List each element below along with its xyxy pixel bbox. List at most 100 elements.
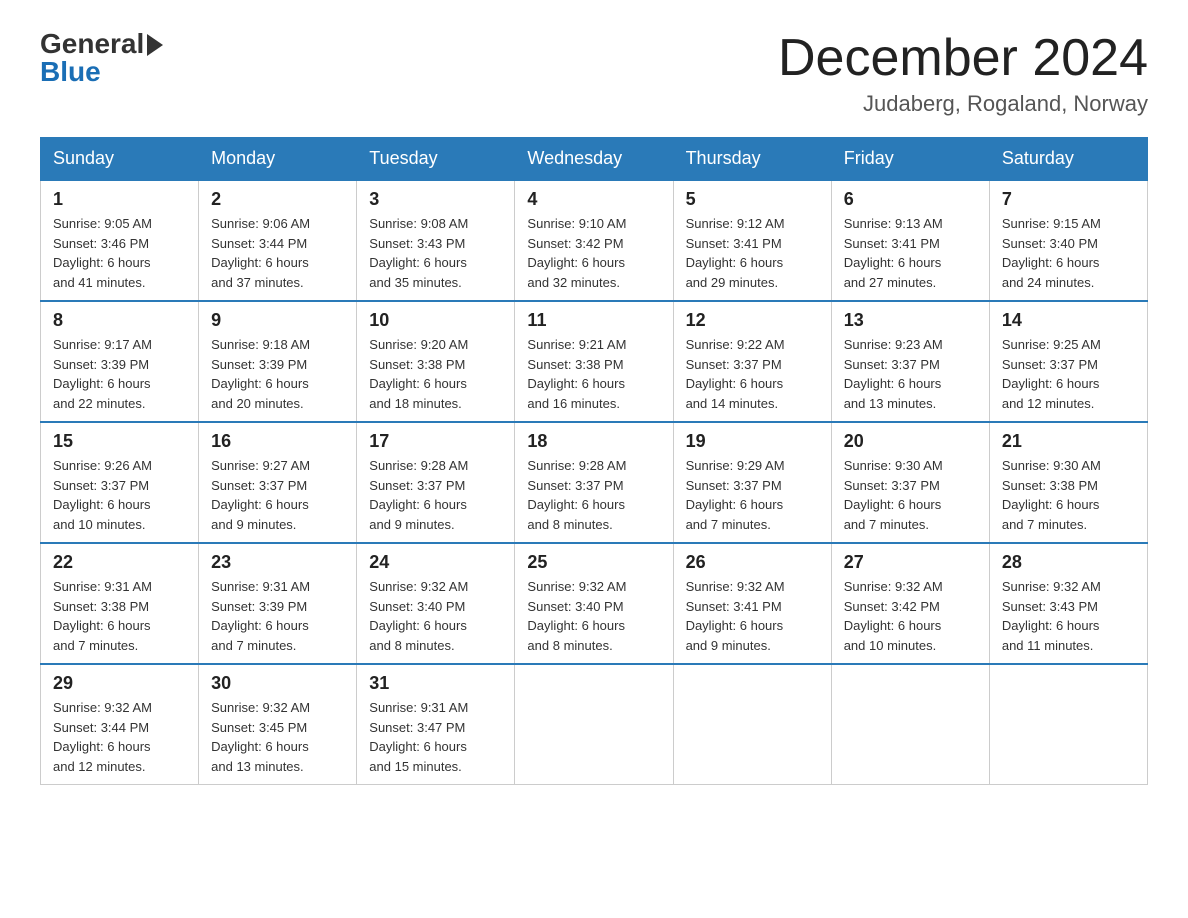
sunset-text: Sunset: 3:37 PM: [527, 478, 623, 493]
title-area: December 2024 Judaberg, Rogaland, Norway: [778, 30, 1148, 117]
day-info: Sunrise: 9:32 AMSunset: 3:44 PMDaylight:…: [53, 698, 186, 776]
calendar-cell: 27Sunrise: 9:32 AMSunset: 3:42 PMDayligh…: [831, 543, 989, 664]
daylight-minutes: and 32 minutes.: [527, 275, 620, 290]
sunrise-text: Sunrise: 9:32 AM: [844, 579, 943, 594]
day-info: Sunrise: 9:30 AMSunset: 3:38 PMDaylight:…: [1002, 456, 1135, 534]
sunset-text: Sunset: 3:42 PM: [527, 236, 623, 251]
calendar-cell: 21 Sunrise: 9:30 AMSunset: 3:38 PMDayligh…: [989, 422, 1147, 543]
daylight-text: Daylight: 6 hours: [369, 255, 467, 270]
sunset-text: Sunset: 3:41 PM: [686, 236, 782, 251]
day-number: 18: [527, 431, 660, 452]
sunset-text: Sunset: 3:38 PM: [527, 357, 623, 372]
day-info: Sunrise: 9:12 AM Sunset: 3:41 PM Daylight:…: [686, 214, 819, 292]
daylight-minutes: and 27 minutes.: [844, 275, 937, 290]
day-info: Sunrise: 9:32 AMSunset: 3:45 PMDaylight:…: [211, 698, 344, 776]
daylight-minutes: and 15 minutes.: [369, 759, 462, 774]
day-number: 21: [1002, 431, 1135, 452]
daylight-minutes: and 7 minutes.: [686, 517, 771, 532]
day-info: Sunrise: 9:32 AMSunset: 3:40 PMDaylight:…: [369, 577, 502, 655]
day-number: 26: [686, 552, 819, 573]
sunset-text: Sunset: 3:37 PM: [1002, 357, 1098, 372]
sunrise-text: Sunrise: 9:28 AM: [369, 458, 468, 473]
sunrise-text: Sunrise: 9:05 AM: [53, 216, 152, 231]
daylight-minutes: and 9 minutes.: [211, 517, 296, 532]
daylight-minutes: and 8 minutes.: [527, 517, 612, 532]
day-number: 4: [527, 189, 660, 210]
daylight-minutes: and 13 minutes.: [211, 759, 304, 774]
daylight-text: Daylight: 6 hours: [686, 255, 784, 270]
calendar-cell: 1Sunrise: 9:05 AMSunset: 3:46 PMDaylight…: [41, 180, 199, 301]
sunrise-text: Sunrise: 9:25 AM: [1002, 337, 1101, 352]
daylight-text: Daylight: 6 hours: [527, 618, 625, 633]
daylight-minutes: and 8 minutes.: [369, 638, 454, 653]
weekday-header-saturday: Saturday: [989, 138, 1147, 181]
calendar-cell: 14Sunrise: 9:25 AMSunset: 3:37 PMDayligh…: [989, 301, 1147, 422]
day-number: 12: [686, 310, 819, 331]
daylight-text: Daylight: 6 hours: [686, 497, 784, 512]
sunrise-text: Sunrise: 9:30 AM: [844, 458, 943, 473]
sunrise-text: Sunrise: 9:20 AM: [369, 337, 468, 352]
page-header: General Blue December 2024 Judaberg, Rog…: [40, 30, 1148, 117]
daylight-minutes: and 9 minutes.: [369, 517, 454, 532]
weekday-header-sunday: Sunday: [41, 138, 199, 181]
week-row-1: 1Sunrise: 9:05 AMSunset: 3:46 PMDaylight…: [41, 180, 1148, 301]
daylight-minutes: and 14 minutes.: [686, 396, 779, 411]
sunrise-text: Sunrise: 9:12 AM: [686, 216, 785, 231]
logo-blue-text: Blue: [40, 58, 101, 86]
sunset-text: Sunset: 3:43 PM: [369, 236, 465, 251]
day-number: 2: [211, 189, 344, 210]
daylight-minutes: and 29 minutes.: [686, 275, 779, 290]
sunset-text: Sunset: 3:39 PM: [53, 357, 149, 372]
logo: General Blue: [40, 30, 163, 86]
day-info: Sunrise: 9:32 AMSunset: 3:43 PMDaylight:…: [1002, 577, 1135, 655]
sunrise-text: Sunrise: 9:31 AM: [53, 579, 152, 594]
daylight-minutes: and 12 minutes.: [53, 759, 146, 774]
daylight-text: Daylight: 6 hours: [1002, 497, 1100, 512]
calendar-cell: 15Sunrise: 9:26 AMSunset: 3:37 PMDayligh…: [41, 422, 199, 543]
daylight-text: Daylight: 6 hours: [53, 255, 151, 270]
sunset-text: Sunset: 3:44 PM: [53, 720, 149, 735]
day-info: Sunrise: 9:26 AMSunset: 3:37 PMDaylight:…: [53, 456, 186, 534]
daylight-minutes: and 16 minutes.: [527, 396, 620, 411]
logo-general-text: General: [40, 30, 144, 58]
sunset-text: Sunset: 3:37 PM: [686, 357, 782, 372]
weekday-header-thursday: Thursday: [673, 138, 831, 181]
weekday-header-monday: Monday: [199, 138, 357, 181]
sunset-text: Sunset: 3:37 PM: [686, 478, 782, 493]
day-number: 13: [844, 310, 977, 331]
day-number: 16: [211, 431, 344, 452]
daylight-text: Daylight: 6 hours: [1002, 618, 1100, 633]
daylight-minutes: and 7 minutes.: [211, 638, 296, 653]
daylight-minutes: and 22 minutes.: [53, 396, 146, 411]
day-number: 8: [53, 310, 186, 331]
sunrise-text: Sunrise: 9:18 AM: [211, 337, 310, 352]
week-row-4: 22Sunrise: 9:31 AMSunset: 3:38 PMDayligh…: [41, 543, 1148, 664]
calendar-cell: [831, 664, 989, 785]
day-number: 19: [686, 431, 819, 452]
day-number: 9: [211, 310, 344, 331]
day-info: Sunrise: 9:21 AMSunset: 3:38 PMDaylight:…: [527, 335, 660, 413]
sunrise-text: Sunrise: 9:32 AM: [53, 700, 152, 715]
daylight-text: Daylight: 6 hours: [369, 618, 467, 633]
daylight-minutes: and 9 minutes.: [686, 638, 771, 653]
sunrise-text: Sunrise: 9:32 AM: [527, 579, 626, 594]
day-info: Sunrise: 9:10 AMSunset: 3:42 PMDaylight:…: [527, 214, 660, 292]
daylight-text: Daylight: 6 hours: [527, 497, 625, 512]
calendar-cell: [989, 664, 1147, 785]
day-number: 25: [527, 552, 660, 573]
daylight-minutes: and 7 minutes.: [844, 517, 929, 532]
calendar-cell: 8Sunrise: 9:17 AMSunset: 3:39 PMDaylight…: [41, 301, 199, 422]
day-number: 30: [211, 673, 344, 694]
sunrise-text: Sunrise: 9:29 AM: [686, 458, 785, 473]
sunset-text: Sunset: 3:44 PM: [211, 236, 307, 251]
sunrise-text: Sunrise: 9:31 AM: [369, 700, 468, 715]
calendar-cell: 5Sunrise: 9:12 AMSunset: 3:41 PMDaylight…: [673, 180, 831, 301]
sunrise-text: Sunrise: 9:08 AM: [369, 216, 468, 231]
day-number: 23: [211, 552, 344, 573]
day-info: Sunrise: 9:31 AMSunset: 3:38 PMDaylight:…: [53, 577, 186, 655]
day-number: 6: [844, 189, 977, 210]
daylight-text: Daylight: 6 hours: [211, 376, 309, 391]
week-row-5: 29Sunrise: 9:32 AMSunset: 3:44 PMDayligh…: [41, 664, 1148, 785]
calendar-cell: 13Sunrise: 9:23 AMSunset: 3:37 PMDayligh…: [831, 301, 989, 422]
calendar-cell: 7Sunrise: 9:15 AMSunset: 3:40 PMDaylight…: [989, 180, 1147, 301]
